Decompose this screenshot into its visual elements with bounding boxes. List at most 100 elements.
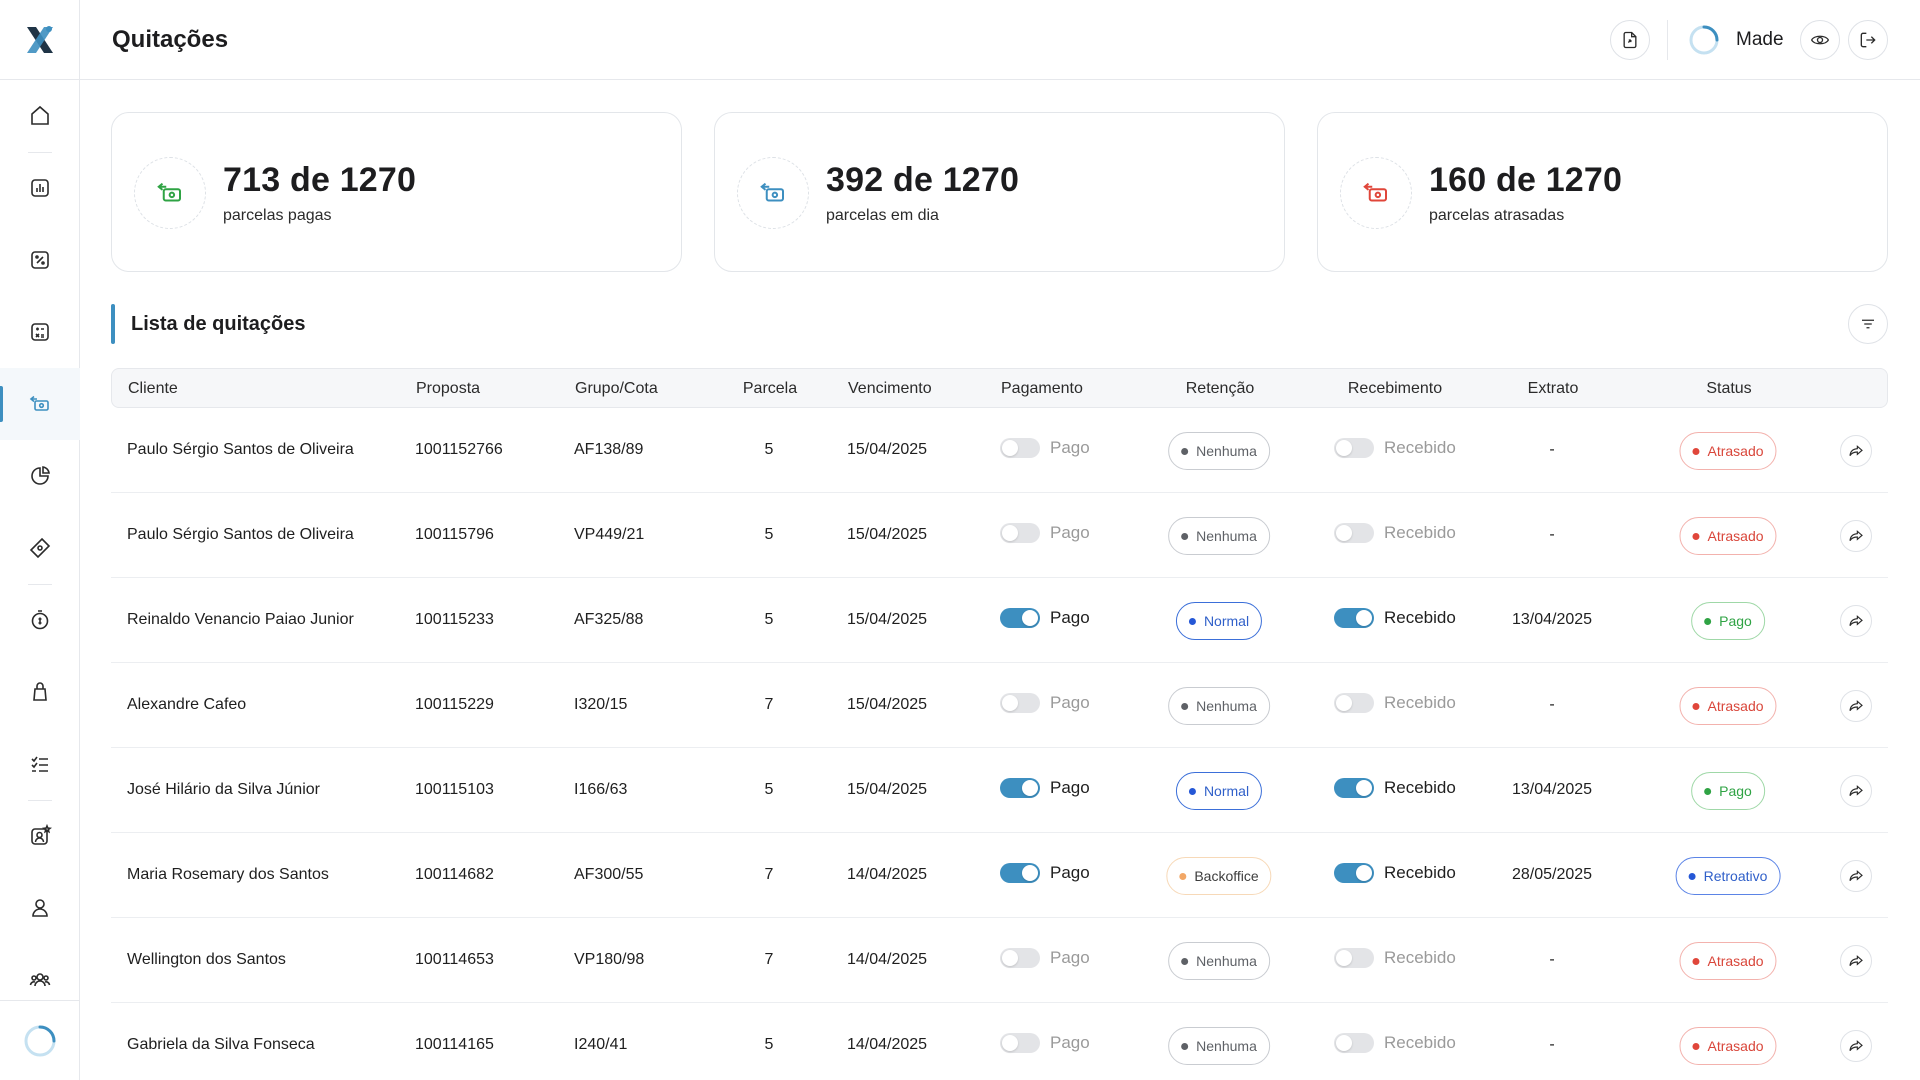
toggle-switch[interactable]	[1000, 523, 1040, 543]
sidebar-item-reports[interactable]	[0, 440, 80, 512]
stat-value: 392 de 1270	[826, 161, 1020, 199]
recebimento-toggle[interactable]: Recebido	[1334, 438, 1456, 458]
retencao-badge[interactable]: Nenhuma	[1168, 432, 1270, 470]
col-status[interactable]: Status	[1706, 380, 1751, 398]
sidebar-item-quitacoes[interactable]	[0, 368, 80, 440]
sidebar-item-user[interactable]	[0, 872, 80, 944]
recebimento-toggle[interactable]: Recebido	[1334, 948, 1456, 968]
pagamento-toggle[interactable]: Pago	[1000, 438, 1090, 458]
toggle-switch[interactable]	[1334, 863, 1374, 883]
retencao-badge[interactable]: Nenhuma	[1168, 687, 1270, 725]
pagamento-toggle[interactable]: Pago	[1000, 523, 1090, 543]
col-pagamento[interactable]: Pagamento	[1001, 380, 1083, 398]
share-button[interactable]	[1840, 860, 1872, 892]
recebimento-toggle[interactable]: Recebido	[1334, 863, 1456, 883]
table-row[interactable]: Wellington dos Santos 100114653 VP180/98 7 1…	[111, 918, 1888, 1003]
toggle-switch[interactable]	[1000, 778, 1040, 798]
share-button[interactable]	[1840, 1030, 1872, 1062]
visibility-button[interactable]	[1800, 20, 1840, 60]
badge-label: Normal	[1203, 613, 1250, 629]
toggle-switch[interactable]	[1334, 693, 1374, 713]
table-row[interactable]: José Hilário da Silva Júnior 100115103 I16…	[111, 748, 1888, 833]
toggle-switch[interactable]	[1334, 608, 1374, 628]
logout-button[interactable]	[1848, 20, 1888, 60]
table-row[interactable]: Paulo Sérgio Santos de Oliveira 100115276…	[111, 408, 1888, 493]
toggle-switch[interactable]	[1334, 523, 1374, 543]
recebimento-toggle[interactable]: Recebido	[1334, 608, 1456, 628]
table-row[interactable]: Gabriela da Silva Fonseca 100114165 I240/4…	[111, 1003, 1888, 1080]
badge-dot	[1179, 872, 1187, 880]
toggle-switch[interactable]	[1000, 948, 1040, 968]
share-button[interactable]	[1840, 775, 1872, 807]
export-button[interactable]	[1610, 20, 1650, 60]
retencao-badge[interactable]: Normal	[1175, 772, 1263, 810]
sidebar-item-profile-star[interactable]	[0, 800, 80, 872]
sidebar-item-dashboard[interactable]	[0, 152, 80, 224]
recebimento-toggle[interactable]: Recebido	[1334, 1033, 1456, 1053]
sidebar-item-rates[interactable]	[0, 224, 80, 296]
pagamento-toggle[interactable]: Pago	[1000, 608, 1090, 628]
toggle-switch[interactable]	[1334, 948, 1374, 968]
toggle-switch[interactable]	[1334, 1033, 1374, 1053]
recebimento-toggle[interactable]: Recebido	[1334, 693, 1456, 713]
retencao-badge[interactable]: Nenhuma	[1168, 1027, 1270, 1065]
app-logo[interactable]	[0, 0, 80, 80]
cell-grupo: AF300/55	[574, 866, 644, 883]
pagamento-toggle[interactable]: Pago	[1000, 1033, 1090, 1053]
share-button[interactable]	[1840, 690, 1872, 722]
toggle-switch[interactable]	[1000, 863, 1040, 883]
col-cliente[interactable]: Cliente	[128, 380, 178, 398]
col-vencimento[interactable]: Vencimento	[848, 380, 932, 398]
retencao-badge[interactable]: Nenhuma	[1168, 942, 1270, 980]
cell-cliente: Maria Rosemary dos Santos	[127, 866, 329, 883]
sidebar-item-tasks[interactable]	[0, 728, 80, 800]
toggle-switch[interactable]	[1000, 693, 1040, 713]
table-row[interactable]: Paulo Sérgio Santos de Oliveira 100115796…	[111, 493, 1888, 578]
col-proposta[interactable]: Proposta	[416, 380, 480, 398]
retencao-badge[interactable]: Normal	[1175, 602, 1263, 640]
toggle-switch[interactable]	[1000, 438, 1040, 458]
retencao-badge[interactable]: Backoffice	[1166, 857, 1272, 895]
sidebar-item-timer[interactable]	[0, 584, 80, 656]
cell-cliente: Wellington dos Santos	[127, 951, 286, 968]
share-button[interactable]	[1840, 605, 1872, 637]
sidebar-status[interactable]	[0, 1000, 80, 1080]
col-grupo[interactable]: Grupo/Cota	[575, 380, 658, 398]
table-row[interactable]: Maria Rosemary dos Santos 100114682 AF300/…	[111, 833, 1888, 918]
user-avatar[interactable]	[1688, 24, 1720, 56]
table-row[interactable]: Reinaldo Venancio Paiao Junior 100115233 A…	[111, 578, 1888, 663]
col-retencao[interactable]: Retenção	[1186, 380, 1255, 398]
user-name[interactable]: Made	[1736, 29, 1784, 51]
toggle-switch[interactable]	[1000, 1033, 1040, 1053]
filter-button[interactable]	[1848, 304, 1888, 344]
retencao-badge[interactable]: Nenhuma	[1168, 517, 1270, 555]
recebimento-toggle[interactable]: Recebido	[1334, 523, 1456, 543]
sidebar-item-bag[interactable]	[0, 656, 80, 728]
badge-dot	[1181, 1042, 1189, 1050]
section-title: Lista de quitações	[131, 313, 306, 335]
pagamento-toggle[interactable]: Pago	[1000, 863, 1090, 883]
sidebar-item-tickets[interactable]	[0, 512, 80, 584]
cell-parcela: 5	[764, 526, 774, 543]
cell-proposta: 100114682	[415, 866, 494, 883]
toggle-switch[interactable]	[1000, 608, 1040, 628]
toggle-switch[interactable]	[1334, 438, 1374, 458]
col-extrato[interactable]: Extrato	[1528, 380, 1579, 398]
col-recebimento[interactable]: Recebimento	[1348, 380, 1442, 398]
table-row[interactable]: Alexandre Cafeo 100115229 I320/15 7 15/04/20…	[111, 663, 1888, 748]
toggle-switch[interactable]	[1334, 778, 1374, 798]
cell-extrato: -	[1549, 526, 1555, 543]
cell-parcela: 5	[764, 611, 774, 628]
pagamento-toggle[interactable]: Pago	[1000, 693, 1090, 713]
pagamento-toggle[interactable]: Pago	[1000, 778, 1090, 798]
share-button[interactable]	[1840, 435, 1872, 467]
checklist-icon	[31, 756, 48, 772]
pagamento-toggle[interactable]: Pago	[1000, 948, 1090, 968]
recebimento-toggle[interactable]: Recebido	[1334, 778, 1456, 798]
col-parcela[interactable]: Parcela	[743, 380, 797, 398]
sidebar-item-home[interactable]	[0, 80, 80, 152]
share-button[interactable]	[1840, 945, 1872, 977]
share-button[interactable]	[1840, 520, 1872, 552]
sidebar-item-calculator[interactable]	[0, 296, 80, 368]
cell-vencimento: 15/04/2025	[847, 696, 928, 713]
